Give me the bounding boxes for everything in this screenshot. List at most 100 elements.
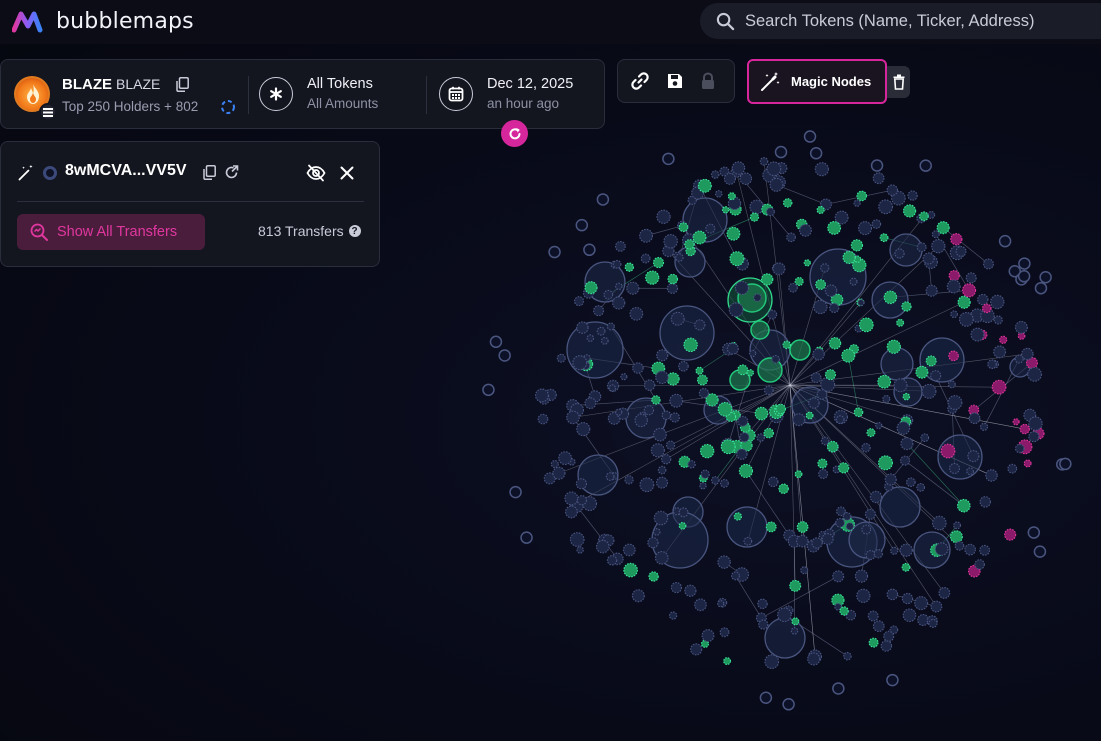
graph-node[interactable] [731, 161, 746, 175]
graph-node[interactable] [639, 477, 655, 493]
graph-node[interactable] [612, 296, 626, 310]
graph-node[interactable] [856, 190, 868, 202]
graph-node[interactable] [731, 571, 740, 581]
graph-node[interactable] [648, 571, 659, 582]
graph-node[interactable] [916, 483, 926, 492]
graph-node[interactable] [596, 326, 606, 336]
graph-node[interactable] [615, 408, 623, 416]
graph-node[interactable] [757, 598, 768, 610]
graph-node[interactable] [699, 481, 707, 490]
graph-node[interactable] [883, 630, 895, 642]
graph-node[interactable] [632, 362, 644, 374]
graph-node[interactable] [586, 334, 595, 342]
graph-node[interactable] [886, 184, 899, 196]
graph-node[interactable] [828, 337, 842, 350]
graph-node[interactable] [999, 335, 1008, 344]
graph-node[interactable] [1004, 528, 1017, 541]
graph-node[interactable] [657, 465, 667, 475]
graph-node[interactable] [1028, 416, 1043, 431]
graph-node[interactable] [950, 310, 958, 319]
graph-node[interactable] [634, 413, 648, 428]
graph-node[interactable] [958, 311, 974, 327]
graph-node[interactable] [575, 478, 587, 490]
graph-node[interactable] [556, 353, 566, 363]
graph-node[interactable] [749, 349, 757, 358]
graph-node[interactable] [576, 422, 591, 437]
graph-node[interactable] [683, 337, 698, 353]
graph-node[interactable] [981, 303, 992, 314]
graph-node[interactable] [583, 243, 596, 257]
graph-node[interactable] [1015, 443, 1025, 454]
graph-node[interactable] [794, 470, 803, 479]
graph-node[interactable] [915, 365, 929, 379]
graph-node[interactable] [1023, 459, 1032, 468]
graph-node[interactable] [756, 433, 765, 442]
graph-node[interactable] [950, 233, 963, 246]
graph-node[interactable] [726, 342, 739, 355]
graph-node[interactable] [927, 210, 936, 219]
graph-node[interactable] [774, 145, 788, 159]
graph-node[interactable] [729, 251, 745, 267]
graph-node[interactable] [938, 587, 951, 599]
show-all-transfers-button[interactable]: Show All Transfers [17, 214, 205, 250]
graph-node[interactable] [576, 321, 589, 334]
graph-node[interactable] [537, 413, 549, 425]
graph-node[interactable] [985, 469, 998, 482]
trash-button[interactable] [887, 66, 910, 98]
graph-node[interactable] [965, 272, 977, 284]
graph-node[interactable] [520, 531, 533, 544]
graph-node[interactable] [936, 221, 950, 235]
graph-node[interactable] [977, 293, 989, 306]
graph-node[interactable] [957, 295, 971, 309]
graph-node[interactable] [700, 469, 710, 479]
graph-node[interactable] [835, 517, 846, 528]
graph-node[interactable] [820, 436, 830, 446]
graph-node[interactable] [919, 211, 929, 222]
graph-node[interactable] [749, 199, 764, 215]
graph-node[interactable] [669, 393, 684, 408]
graph-node[interactable] [979, 422, 989, 431]
graph-node[interactable] [1007, 463, 1018, 474]
graph-node[interactable] [901, 562, 911, 572]
graph-node[interactable] [645, 270, 660, 285]
graph-node[interactable] [820, 263, 830, 273]
graph-node[interactable] [886, 339, 901, 354]
graph-node[interactable] [949, 530, 963, 544]
graph-node[interactable] [548, 245, 561, 259]
graph-node[interactable] [639, 228, 654, 243]
graph-node[interactable] [697, 178, 712, 193]
graph-node[interactable] [886, 588, 899, 601]
graph-node[interactable] [1028, 431, 1040, 443]
graph-node[interactable] [719, 627, 730, 638]
graph-node[interactable] [920, 433, 930, 443]
graph-node[interactable] [705, 223, 716, 234]
graph-node[interactable] [947, 395, 963, 410]
filter-label[interactable]: All Tokens [307, 76, 373, 92]
graph-node[interactable] [631, 589, 645, 603]
graph-node[interactable] [896, 421, 911, 435]
refresh-button[interactable] [501, 120, 528, 147]
graph-node[interactable] [894, 248, 905, 259]
graph-node[interactable] [643, 405, 655, 416]
graph-node[interactable] [606, 555, 618, 566]
graph-node[interactable] [650, 443, 665, 458]
graph-node[interactable] [738, 463, 754, 479]
graph-node[interactable] [734, 280, 749, 295]
graph-node[interactable] [866, 428, 876, 438]
graph-node[interactable] [809, 146, 823, 160]
graph-node[interactable] [875, 422, 883, 430]
graph-node[interactable] [678, 360, 689, 372]
graph-node[interactable] [1018, 257, 1031, 270]
graph-node[interactable] [877, 374, 892, 389]
graph-node[interactable] [710, 170, 720, 179]
graph-node[interactable] [791, 617, 800, 626]
graph-node[interactable] [727, 192, 736, 201]
graph-node[interactable] [849, 277, 858, 286]
graph-node[interactable] [656, 476, 669, 489]
graph-node[interactable] [832, 570, 845, 583]
graph-node[interactable] [890, 546, 899, 555]
graph-node[interactable] [966, 467, 974, 476]
graph-node[interactable] [661, 410, 672, 420]
graph-node[interactable] [805, 411, 814, 420]
graph-node[interactable] [853, 407, 864, 418]
